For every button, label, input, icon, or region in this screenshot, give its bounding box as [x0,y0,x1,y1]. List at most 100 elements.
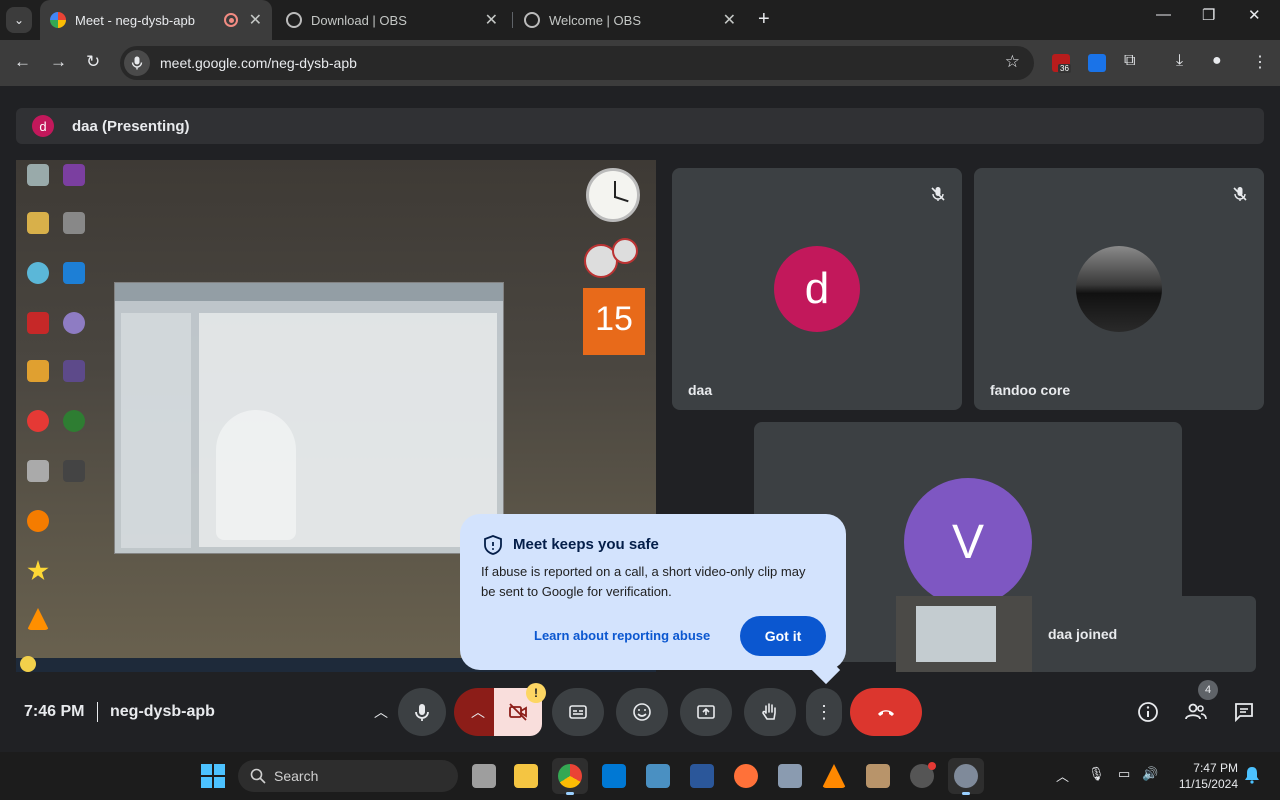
present-icon [697,705,715,719]
tab-download-obs[interactable]: Download | OBS ✕ [276,0,508,40]
close-window-icon[interactable]: ✕ [1248,6,1261,24]
got-it-button[interactable]: Got it [740,616,826,656]
desktop-icon [20,164,56,188]
safety-tooltip: Meet keeps you safe If abuse is reported… [460,514,846,670]
participant-tile[interactable]: fandoo core [974,168,1264,410]
obs-favicon-icon [286,12,302,28]
notification-bell-icon[interactable] [1244,766,1260,784]
file-explorer-icon[interactable] [514,764,538,788]
restore-icon[interactable]: ❐ [1202,6,1215,24]
audio-options-chevron-icon[interactable]: ︿ [364,688,398,736]
join-text: daa joined [1048,626,1118,642]
more-vert-icon: ⋮ [815,701,833,722]
desktop-icon [56,312,92,336]
network-icon[interactable]: ▭ [1118,766,1130,782]
profile-icon[interactable]: ● [1212,52,1222,70]
notification-dot [928,762,936,770]
taskbar-search[interactable]: Search [238,760,458,792]
control-panel-icon[interactable] [778,764,802,788]
word-icon[interactable] [690,764,714,788]
microphone-icon [415,704,429,721]
raise-hand-button[interactable] [744,688,796,736]
chat-icon[interactable] [1232,700,1256,724]
search-label: Search [274,768,319,784]
join-notification: daa joined [896,596,1256,672]
desktop-icon [20,262,56,286]
back-icon[interactable]: ← [14,52,31,72]
shared-explorer-window [114,282,504,554]
tab-search-button[interactable]: ⌄ [6,7,32,33]
calendar-day: 15 [595,300,633,338]
minimize-icon[interactable]: — [1156,6,1171,23]
microphone-icon[interactable] [124,50,150,76]
emoji-icon [633,703,651,721]
camera-warning-badge: ! [526,683,546,703]
meeting-time: 7:46 PM [24,703,85,720]
chrome-icon[interactable] [558,764,582,795]
desktop-icon [56,410,92,434]
task-view-icon[interactable] [472,764,496,788]
reload-icon[interactable]: ↻ [86,52,100,72]
join-thumbnail [896,596,1032,672]
menu-kebab-icon[interactable]: ⋮ [1252,52,1268,72]
photos-icon[interactable] [646,764,670,788]
obs-favicon-icon [524,12,540,28]
tab-title: Meet - neg-dysb-apb [75,12,195,28]
extensions-puzzle-icon[interactable]: ⧉ [1124,52,1135,70]
participant-name: daa [688,382,713,398]
archive-app-icon[interactable] [866,764,890,788]
present-screen-button[interactable] [680,688,732,736]
forward-icon[interactable]: → [50,52,67,72]
tab-separator [512,12,513,28]
desktop-icon [20,212,56,236]
meeting-info-icon[interactable] [1136,700,1160,724]
people-icon[interactable] [1184,700,1208,724]
shield-icon [484,535,502,555]
address-bar[interactable]: meet.google.com/neg-dysb-apb ☆ [120,46,1034,80]
firefox-icon[interactable] [734,764,758,788]
leave-call-button[interactable] [850,688,922,736]
participant-name: fandoo core [990,382,1071,398]
desktop-icon [20,410,56,434]
browser-tab-strip: ⌄ Meet - neg-dysb-apb ✕ Download | OBS ✕… [0,0,1280,40]
screen-app-icon[interactable] [602,764,626,788]
hang-up-icon [878,710,894,716]
desktop-icon [56,212,92,236]
extension-screen-icon[interactable] [1088,54,1106,72]
taskbar-clock[interactable]: 7:47 PM 11/15/2024 [1172,760,1238,792]
vlc-icon[interactable] [822,764,846,788]
tray-microphone-icon[interactable]: 🎙 [1088,766,1105,782]
more-options-button[interactable]: ⋮ [806,688,842,736]
windows-start-icon[interactable] [201,764,225,788]
safety-title: Meet keeps you safe [513,536,659,553]
close-tab-icon[interactable]: ✕ [485,10,498,30]
mic-muted-icon [931,187,945,201]
participant-tile[interactable]: d daa [672,168,962,410]
new-tab-icon[interactable]: + [758,8,770,31]
url-text[interactable]: meet.google.com/neg-dysb-apb [160,55,357,71]
meter-gadget [584,238,640,278]
participant-avatar: d [774,246,860,332]
captions-button[interactable] [552,688,604,736]
close-tab-icon[interactable]: ✕ [723,10,736,30]
tab-meet[interactable]: Meet - neg-dysb-apb ✕ [40,0,272,40]
close-tab-icon[interactable]: ✕ [249,10,262,30]
recording-icon [224,13,238,27]
tray-overflow-icon[interactable]: ︿ [1056,766,1069,785]
desktop-icon [20,312,56,336]
windows-taskbar: Search ︿ 🎙 ▭ 🔊 7:47 PM 11/15/2024 [0,752,1280,800]
desktop-icon [56,164,92,188]
tab-welcome-obs[interactable]: Welcome | OBS ✕ [514,0,746,40]
volume-icon[interactable]: 🔊 [1142,766,1158,782]
microphone-button[interactable] [398,688,446,736]
learn-reporting-link[interactable]: Learn about reporting abuse [534,628,710,643]
reactions-button[interactable] [616,688,668,736]
clock-gadget [586,168,640,222]
download-icon[interactable]: ⤓ [1176,52,1183,70]
desktop-icon [20,608,56,632]
browser-toolbar: ← → ↻ meet.google.com/neg-dysb-apb ☆ 36 … [0,40,1280,86]
smiley-icon [20,656,36,672]
divider [97,702,98,722]
bookmark-star-icon[interactable]: ☆ [1005,52,1020,72]
settings-gear-icon[interactable] [954,764,978,795]
